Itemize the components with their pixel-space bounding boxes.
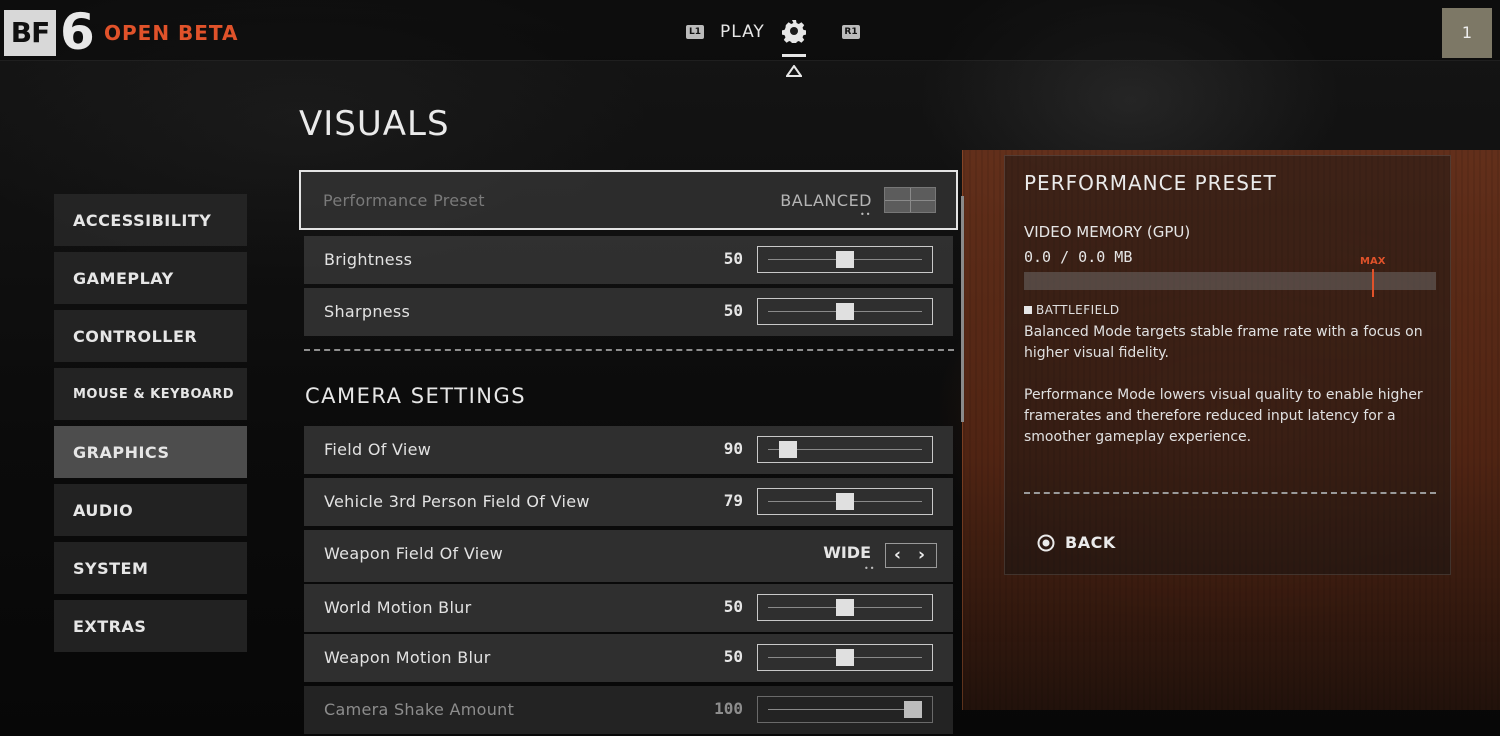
fov-value: 90 bbox=[723, 439, 743, 458]
triangle-button-icon bbox=[785, 62, 803, 77]
brightness-value: 50 bbox=[723, 249, 743, 268]
sidebar-item-gameplay[interactable]: GAMEPLAY bbox=[54, 252, 247, 304]
slider-knob[interactable] bbox=[778, 441, 797, 458]
slider-knob[interactable] bbox=[836, 599, 854, 616]
sharpness-slider[interactable] bbox=[757, 298, 933, 325]
tab-settings-gear-icon[interactable] bbox=[781, 19, 807, 45]
camera-shake-label: Camera Shake Amount bbox=[324, 700, 515, 719]
camera-settings-heading: CAMERA SETTINGS bbox=[305, 384, 527, 408]
camera-shake-row[interactable]: Camera Shake Amount 100 bbox=[304, 686, 953, 734]
camera-shake-value: 100 bbox=[714, 699, 743, 718]
brightness-slider[interactable] bbox=[757, 246, 933, 273]
info-panel-title: PERFORMANCE PRESET bbox=[1024, 171, 1277, 195]
brightness-label: Brightness bbox=[324, 250, 413, 269]
battlefield-tag: BATTLEFIELD bbox=[1024, 303, 1120, 317]
vehicle-fov-value: 79 bbox=[723, 491, 743, 510]
bf-logo: BF bbox=[4, 10, 56, 56]
video-memory-bar bbox=[1024, 272, 1436, 290]
slider-knob[interactable] bbox=[904, 701, 922, 718]
video-memory-label: VIDEO MEMORY (GPU) bbox=[1024, 223, 1191, 241]
vehicle-fov-slider[interactable] bbox=[757, 488, 933, 515]
sidebar-item-system[interactable]: SYSTEM bbox=[54, 542, 247, 594]
sidebar-item-extras[interactable]: EXTRAS bbox=[54, 600, 247, 652]
world-motion-blur-value: 50 bbox=[723, 597, 743, 616]
l1-button-hint: L1 bbox=[686, 25, 704, 39]
settings-scrollbar[interactable] bbox=[961, 196, 964, 422]
vehicle-fov-label: Vehicle 3rd Person Field Of View bbox=[324, 492, 590, 511]
world-motion-blur-row[interactable]: World Motion Blur 50 bbox=[304, 584, 953, 632]
sharpness-label: Sharpness bbox=[324, 302, 411, 321]
sidebar-item-mouse-keyboard[interactable]: MOUSE & KEYBOARD bbox=[54, 368, 247, 420]
chevron-right-icon[interactable]: › bbox=[918, 545, 925, 565]
max-memory-label: MAX bbox=[1360, 256, 1386, 267]
weapon-fov-row[interactable]: Weapon Field Of View WIDE •• ‹ › bbox=[304, 530, 953, 582]
weapon-motion-blur-label: Weapon Motion Blur bbox=[324, 648, 491, 667]
sidebar-item-controller[interactable]: CONTROLLER bbox=[54, 310, 247, 362]
slider-knob[interactable] bbox=[836, 493, 854, 510]
weapon-motion-blur-row[interactable]: Weapon Motion Blur 50 bbox=[304, 634, 953, 682]
weapon-motion-blur-slider[interactable] bbox=[757, 644, 933, 671]
performance-preset-row[interactable]: Performance Preset BALANCED •• bbox=[299, 170, 958, 230]
weapon-fov-label: Weapon Field Of View bbox=[324, 544, 503, 563]
slider-knob[interactable] bbox=[836, 303, 854, 320]
description-balanced: Balanced Mode targets stable frame rate … bbox=[1024, 324, 1423, 361]
back-button[interactable]: BACK bbox=[1037, 533, 1116, 552]
fov-slider[interactable] bbox=[757, 436, 933, 463]
circle-button-icon bbox=[1037, 534, 1055, 551]
max-memory-marker bbox=[1372, 269, 1374, 297]
description-performance: Performance Mode lowers visual quality t… bbox=[1024, 387, 1423, 445]
performance-preset-value: BALANCED bbox=[780, 191, 872, 210]
sharpness-row[interactable]: Sharpness 50 bbox=[304, 288, 953, 336]
tab-play[interactable]: PLAY bbox=[720, 22, 765, 42]
page-title: VISUALS bbox=[299, 104, 450, 144]
sidebar-item-accessibility[interactable]: ACCESSIBILITY bbox=[54, 194, 247, 246]
fov-label: Field Of View bbox=[324, 440, 432, 459]
fov-row[interactable]: Field Of View 90 bbox=[304, 426, 953, 474]
settings-category-sidebar: ACCESSIBILITY GAMEPLAY CONTROLLER MOUSE … bbox=[54, 194, 247, 658]
option-dots-icon: •• bbox=[860, 210, 872, 219]
top-bar: BF 6 OPEN BETA L1 PLAY R1 1 bbox=[0, 0, 1500, 77]
profile-level-badge[interactable]: 1 bbox=[1442, 8, 1492, 58]
section-divider bbox=[304, 349, 954, 351]
r1-button-hint: R1 bbox=[842, 25, 860, 39]
back-label: BACK bbox=[1065, 533, 1116, 552]
chevron-left-icon[interactable]: ‹ bbox=[894, 545, 901, 565]
sharpness-value: 50 bbox=[723, 301, 743, 320]
world-motion-blur-label: World Motion Blur bbox=[324, 598, 472, 617]
weapon-fov-value: WIDE bbox=[823, 543, 871, 562]
info-panel: PERFORMANCE PRESET VIDEO MEMORY (GPU) 0.… bbox=[1004, 155, 1451, 575]
video-memory-value: 0.0 / 0.0 MB bbox=[1024, 248, 1133, 266]
slider-knob[interactable] bbox=[836, 649, 854, 666]
sidebar-item-graphics[interactable]: GRAPHICS bbox=[54, 426, 247, 478]
preset-grid-icon bbox=[884, 187, 936, 213]
brightness-row[interactable]: Brightness 50 bbox=[304, 236, 953, 284]
option-dots-icon: •• bbox=[864, 564, 876, 573]
open-beta-label: OPEN BETA bbox=[104, 21, 239, 45]
active-tab-underline bbox=[782, 54, 806, 57]
weapon-motion-blur-value: 50 bbox=[723, 647, 743, 666]
info-panel-divider bbox=[1024, 492, 1436, 494]
bf-logo-number: 6 bbox=[60, 3, 95, 61]
world-motion-blur-slider[interactable] bbox=[757, 594, 933, 621]
vehicle-fov-row[interactable]: Vehicle 3rd Person Field Of View 79 bbox=[304, 478, 953, 526]
performance-preset-label: Performance Preset bbox=[323, 191, 485, 210]
slider-track bbox=[768, 709, 922, 710]
camera-shake-slider[interactable] bbox=[757, 696, 933, 723]
weapon-fov-chooser[interactable]: ‹ › bbox=[885, 543, 937, 568]
sidebar-item-audio[interactable]: AUDIO bbox=[54, 484, 247, 536]
slider-knob[interactable] bbox=[836, 251, 854, 268]
